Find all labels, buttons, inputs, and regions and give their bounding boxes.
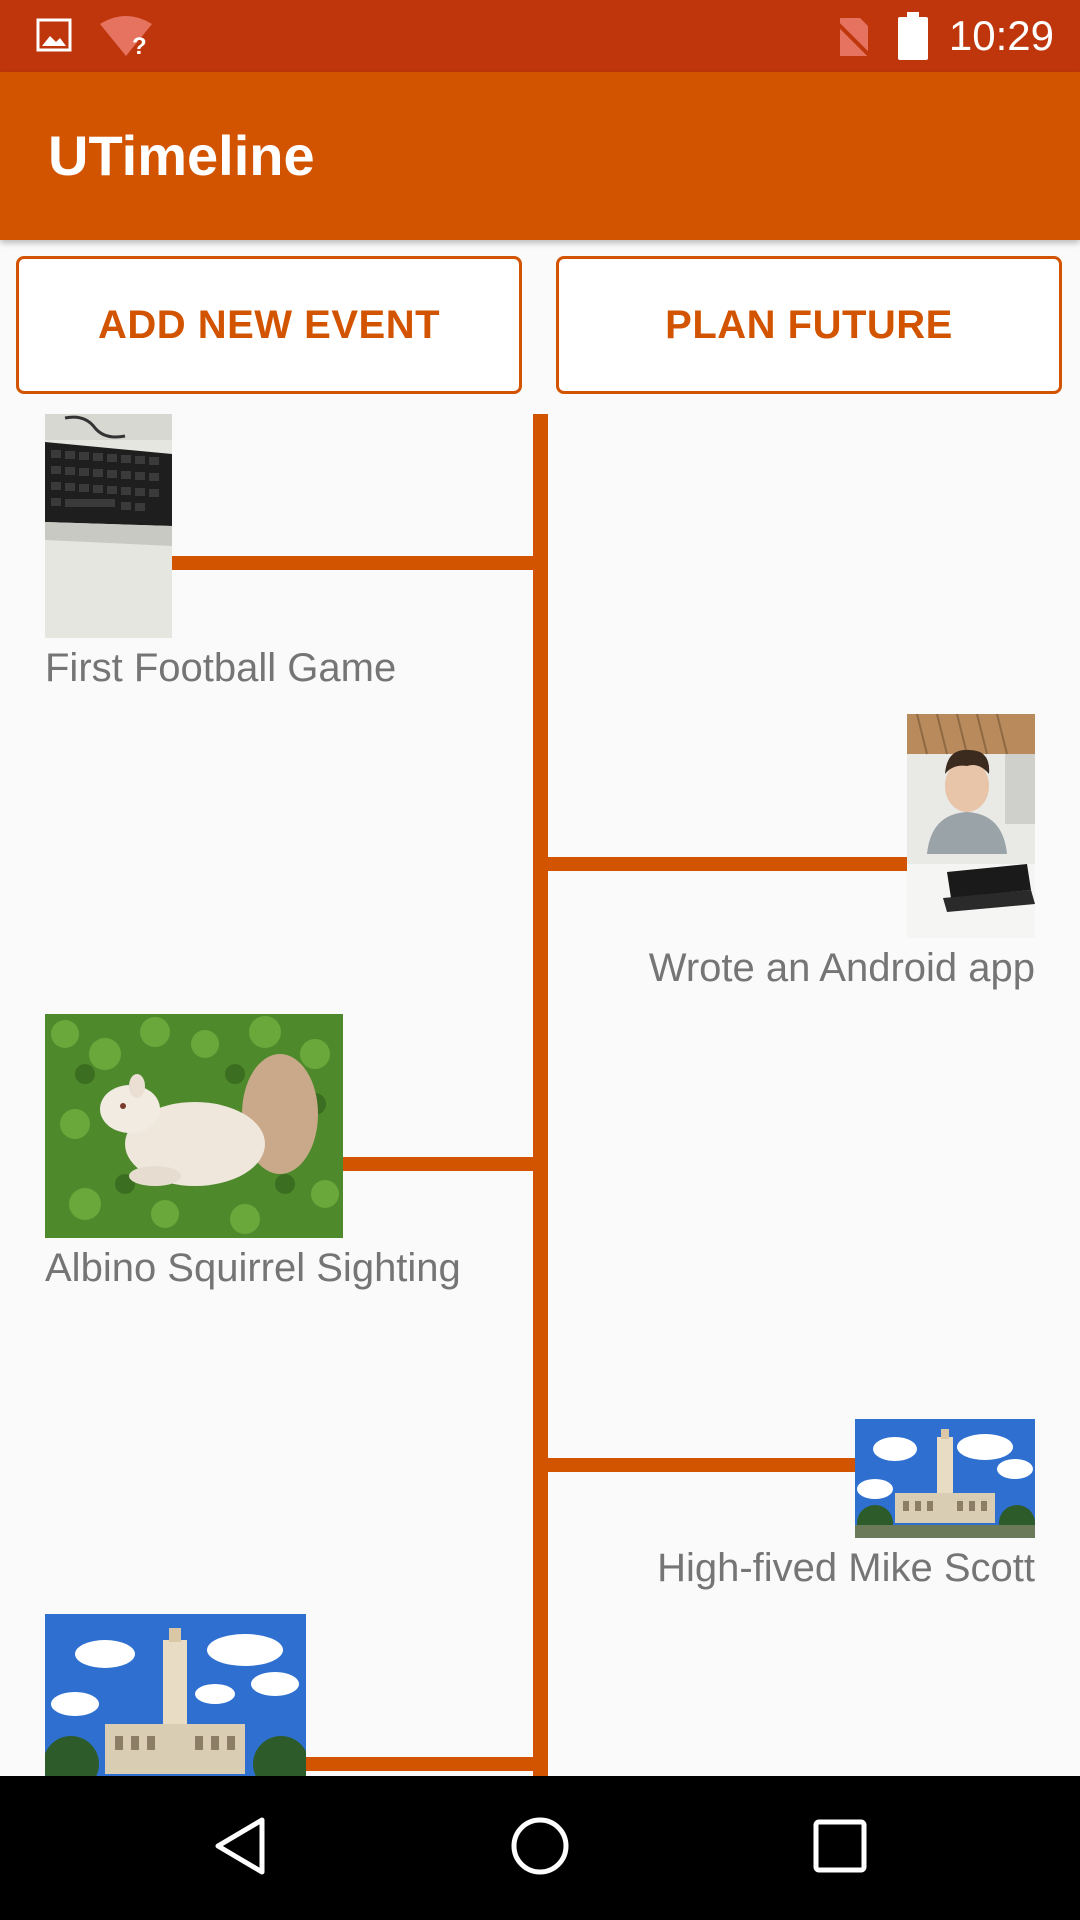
app-bar: UTimeline [0,72,1080,240]
add-new-event-button[interactable]: ADD NEW EVENT [16,256,522,394]
home-icon [510,1816,570,1881]
plan-future-button[interactable]: PLAN FUTURE [556,256,1062,394]
image-notification-icon [36,18,72,57]
event-photo-keyboard[interactable] [45,414,172,638]
timeline-connector [548,1458,855,1472]
timeline[interactable]: First Football Game Wrote an Android app [0,414,1080,1776]
wifi-unknown-icon: ? [98,14,154,63]
app-title: UTimeline [48,124,315,187]
back-icon [212,1816,268,1881]
back-button[interactable] [160,1776,320,1920]
event-caption[interactable]: High-fived Mike Scott [657,1544,1035,1592]
event-photo-tower[interactable] [855,1419,1035,1538]
timeline-connector [306,1757,534,1771]
status-bar: ? 10:29 [0,0,1080,72]
timeline-spine [533,414,548,1776]
event-photo-tower[interactable] [45,1614,306,1776]
event-caption[interactable]: First Football Game [45,644,396,692]
recents-button[interactable] [760,1776,920,1920]
timeline-connector [343,1157,534,1171]
recents-icon [813,1819,867,1878]
home-button[interactable] [460,1776,620,1920]
event-caption[interactable]: Albino Squirrel Sighting [45,1244,461,1292]
svg-text:?: ? [132,33,147,58]
battery-icon [898,12,928,65]
event-photo-squirrel[interactable] [45,1014,343,1238]
no-sim-icon [832,16,872,63]
event-caption[interactable]: Wrote an Android app [649,944,1035,992]
timeline-connector [172,556,534,570]
event-photo-laptop[interactable] [907,714,1035,938]
clock: 10:29 [948,12,1054,59]
timeline-connector [548,857,907,871]
navigation-bar [0,1776,1080,1920]
